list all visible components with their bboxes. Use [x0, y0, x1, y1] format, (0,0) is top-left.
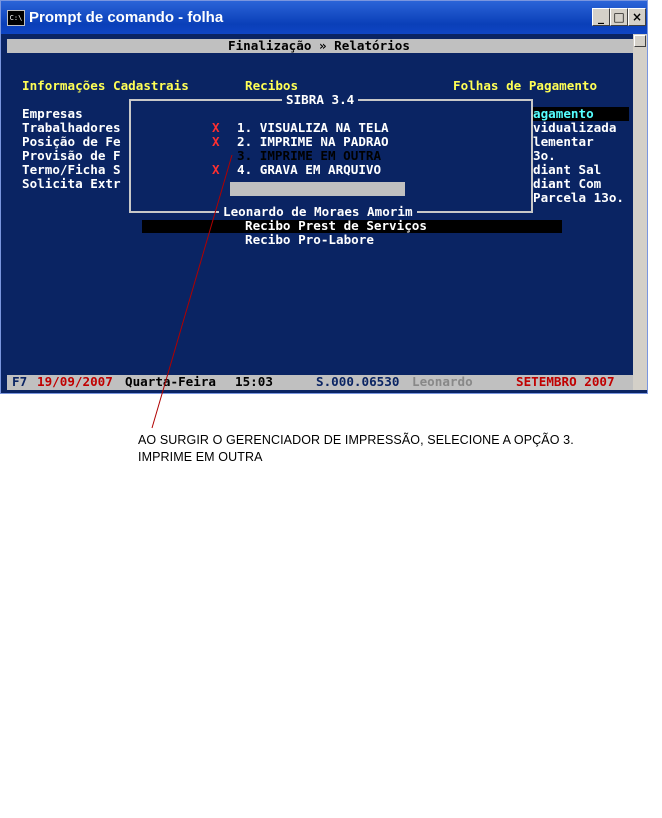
- annotation-caption: AO SURGIR O GERENCIADOR DE IMPRESSÃO, SE…: [138, 432, 638, 466]
- pointer-line: [151, 154, 233, 429]
- caption-line-2: IMPRIME EM OUTRA: [138, 450, 263, 464]
- annotation-pointer: [151, 154, 233, 429]
- caption-line-1: AO SURGIR O GERENCIADOR DE IMPRESSÃO, SE…: [138, 433, 574, 447]
